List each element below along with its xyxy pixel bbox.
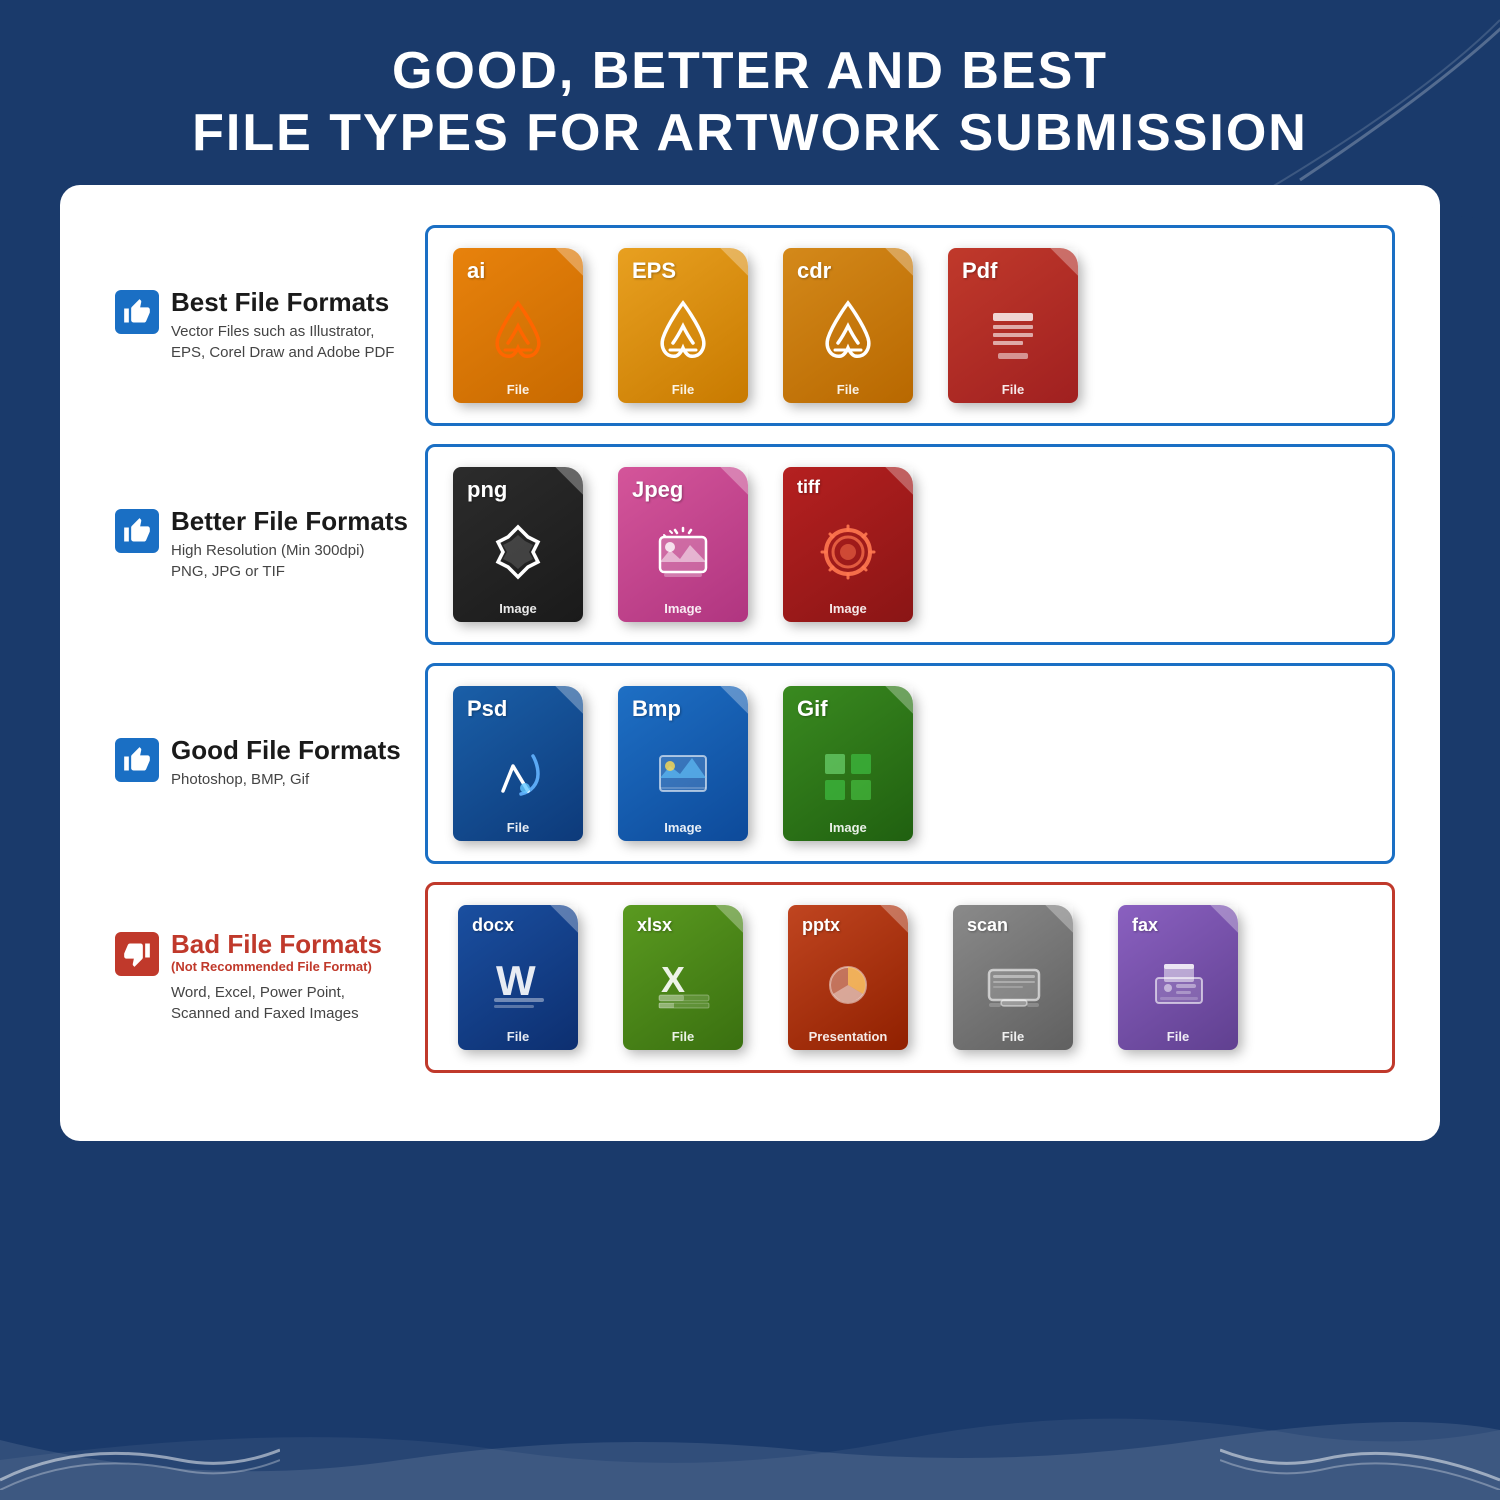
section-best: Best File Formats Vector Files such as I…	[105, 225, 1395, 426]
file-png: png Image	[443, 467, 593, 622]
thumbs-up-good	[115, 738, 159, 782]
bad-files: docx W File xlsx	[425, 882, 1395, 1073]
section-bad: Bad File Formats (Not Recommended File F…	[105, 882, 1395, 1073]
best-label-text: Best File Formats Vector Files such as I…	[171, 288, 394, 363]
bmp-graphic	[643, 731, 723, 811]
gif-graphic	[808, 731, 888, 811]
jpeg-graphic	[643, 512, 723, 592]
file-gif: Gif Image	[773, 686, 923, 841]
better-files: png Image Jpeg	[425, 444, 1395, 645]
docx-graphic: W	[478, 942, 558, 1022]
main-container: GOOD, BETTER AND BEST FILE TYPES FOR ART…	[0, 0, 1500, 1500]
best-files: ai File EPS	[425, 225, 1395, 426]
svg-text:X: X	[661, 959, 685, 1000]
thumbs-down-bad	[115, 932, 159, 976]
tiff-graphic	[808, 509, 888, 589]
xlsx-graphic: X	[643, 942, 723, 1022]
scan-graphic	[973, 942, 1053, 1022]
best-label: Best File Formats Vector Files such as I…	[105, 273, 425, 378]
ai-graphic	[478, 293, 558, 373]
thumbs-up-better	[115, 509, 159, 553]
bad-desc: Word, Excel, Power Point,Scanned and Fax…	[171, 982, 382, 1024]
good-title: Good File Formats	[171, 736, 401, 765]
file-bmp: Bmp Image	[608, 686, 758, 841]
psd-graphic	[478, 731, 558, 811]
pptx-graphic	[808, 942, 888, 1022]
bad-subtitle: (Not Recommended File Format)	[171, 959, 382, 974]
better-label-text: Better File Formats High Resolution (Min…	[171, 507, 408, 582]
file-eps: EPS File	[608, 248, 758, 403]
better-label: Better File Formats High Resolution (Min…	[105, 492, 425, 597]
good-label-text: Good File Formats Photoshop, BMP, Gif	[171, 736, 401, 790]
best-title: Best File Formats	[171, 288, 394, 317]
pdf-graphic	[973, 293, 1053, 373]
file-xlsx: xlsx X File	[608, 905, 758, 1050]
section-good: Good File Formats Photoshop, BMP, Gif Ps…	[105, 663, 1395, 864]
fax-graphic	[1138, 942, 1218, 1022]
cdr-graphic	[808, 293, 888, 373]
header: GOOD, BETTER AND BEST FILE TYPES FOR ART…	[0, 0, 1500, 185]
page-title: GOOD, BETTER AND BEST FILE TYPES FOR ART…	[60, 40, 1440, 165]
bad-title: Bad File Formats	[171, 930, 382, 959]
file-jpeg: Jpeg Image	[608, 467, 758, 622]
better-title: Better File Formats	[171, 507, 408, 536]
section-better: Better File Formats High Resolution (Min…	[105, 444, 1395, 645]
file-docx: docx W File	[443, 905, 593, 1050]
file-cdr: cdr File	[773, 248, 923, 403]
bad-label: Bad File Formats (Not Recommended File F…	[105, 915, 425, 1039]
svg-text:W: W	[496, 957, 536, 1004]
content-area: Best File Formats Vector Files such as I…	[60, 185, 1440, 1141]
best-desc: Vector Files such as Illustrator,EPS, Co…	[171, 321, 394, 363]
good-files: Psd File Bmp	[425, 663, 1395, 864]
file-pdf: Pdf File	[938, 248, 1088, 403]
good-desc: Photoshop, BMP, Gif	[171, 769, 401, 790]
eps-graphic	[643, 293, 723, 373]
better-desc: High Resolution (Min 300dpi)PNG, JPG or …	[171, 540, 408, 582]
file-pptx: pptx Presentation	[773, 905, 923, 1050]
file-scan: scan File	[938, 905, 1088, 1050]
thumbs-up-best	[115, 290, 159, 334]
file-fax: fax File	[1103, 905, 1253, 1050]
file-psd: Psd File	[443, 686, 593, 841]
bad-label-text: Bad File Formats (Not Recommended File F…	[171, 930, 382, 1024]
file-tiff: tiff	[773, 467, 923, 622]
png-graphic	[478, 512, 558, 592]
file-ai: ai File	[443, 248, 593, 403]
good-label: Good File Formats Photoshop, BMP, Gif	[105, 721, 425, 805]
